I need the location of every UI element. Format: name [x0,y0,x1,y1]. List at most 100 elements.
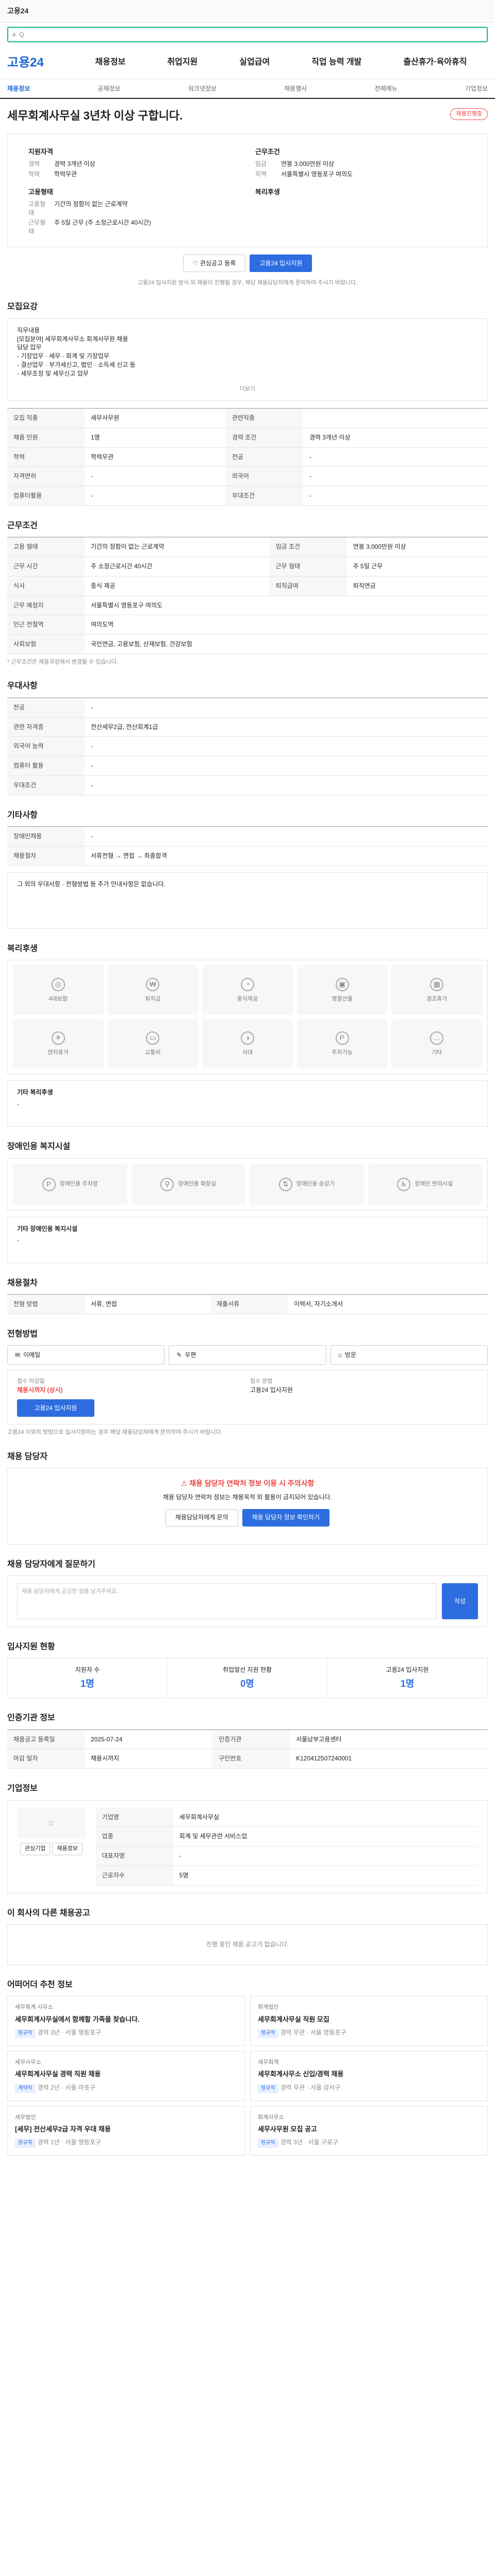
summary-left2-title: 고용형태 [28,188,53,196]
site-logo[interactable]: 고용24 [7,54,74,72]
manager-desc: 채용 담당자 연락처 정보는 채용목적 외 활용이 금지되어 있습니다. [162,1493,333,1501]
subnav-item-5[interactable]: 기업정보 [465,84,488,93]
card-tag: 계약직 [15,2083,36,2093]
table-value: - [173,1846,478,1867]
facility-tile: P 장애인용 주차장 [13,1163,127,1205]
company-fav-button[interactable]: 관심기업 [20,1842,51,1855]
tile-label: 퇴직금 [145,995,161,1002]
table-key: 대표자명 [95,1846,173,1867]
subnav-item-2[interactable]: 워크넷정보 [188,84,217,93]
qna-textarea[interactable]: 채용 담당자에게 궁금한 점을 남겨주세요. [17,1583,437,1619]
card-meta: 경력 3년 · 서울 영등포구 [37,2029,101,2037]
company-box: ◻ 관심기업 채용정보 기업명 세무회계사무실 업종 회계 및 세무관련 서비스업 … [7,1800,488,1893]
box-text: - [17,1236,19,1244]
stat-label: 지원자 수 [75,1666,100,1674]
box-title: 기타 장애인용 복지시설 [17,1225,78,1232]
manager-alert: ⚠ 채용 담당자 연락처 정보 이용 시 주의사항 채용 담당자 연락처 정보는… [7,1468,488,1545]
gnb-item-1[interactable]: 취업지원 [167,57,197,68]
table-value: 서울남부고용센터 [290,1730,488,1750]
gnb-item-3[interactable]: 직업 능력 개발 [311,57,361,68]
table-value: 채용시까지 [85,1749,213,1769]
stats-grid: 지원자 수 1명 취업알선 지원 현황 0명 고용24 입사지원 1명 [7,1658,488,1699]
deadline-label: 접수 마감일 [17,1378,45,1385]
job-card[interactable]: 회계사무소 세무사무원 모집 공고 정규직 경력 3년 · 서울 구로구 [250,2106,488,2156]
card-meta: 경력 무관 · 서울 강서구 [280,2083,341,2091]
table-value: 연봉 3,000만원 이상 [346,537,488,557]
tile-label: 식대 [242,1049,253,1056]
subnav-item-4[interactable]: 전체메뉴 [374,84,397,93]
table-value: - [85,698,488,718]
desc-line: 직무내용 [17,326,40,334]
table-key: 관련 자격증 [7,717,85,737]
company-logo-area: ◻ 관심기업 채용정보 [17,1807,86,1886]
table-key: 외국어 [225,466,303,487]
method-email: ✉ 이메일 [7,1345,165,1365]
manager-info-button[interactable]: 채용 담당자 정보 확인하기 [242,1509,330,1527]
summary-value: 서울특별시 영등포구 여의도 [281,170,353,178]
post-icon: ✎ [176,1351,182,1359]
welfare-tile: ▭ 교통비 [107,1019,199,1069]
table-key: 우대조건 [7,775,85,795]
gnb-item-4[interactable]: 출산휴가·육아휴직 [403,57,467,68]
job-card[interactable]: 회계법인 세무회계사무실 직원 모집 정규직 경력 무관 · 서울 영등포구 [250,1996,488,2046]
welfare-tile: … 기타 [391,1019,482,1069]
job-summary: 지원자격 경력 경력 3개년 이상 학력 학력무관 근무조건 임금 연봉 3,000만… [7,133,488,247]
tile-label: 기타 [432,1049,442,1056]
table-value: 1명 [85,428,226,448]
bus-icon: ▭ [146,1031,160,1045]
job-card[interactable]: 세무회계 사무소 세무회계사무실에서 함께할 가족을 찾습니다. 정규직 경력 3년 … [7,1996,245,2046]
subnav-item-0[interactable]: 채용정보 [7,84,30,93]
company-title: 기업정보 [7,1784,38,1793]
pref-table: 전공 - 관련 자격증 전산세무2급, 전산회계1급 외국어 능력 - 컴퓨터 활용 -… [7,697,488,795]
table-value: - [303,447,488,467]
search-placeholder: Q [19,30,24,38]
table-value [303,408,488,428]
manager-contact-button[interactable]: 채용담당자에게 문의 [165,1509,238,1527]
more-button[interactable]: 더보기 [17,385,478,393]
table-row: 근무 시간 주 소정근로시간 40시간 근무 형태 주 5일 근무 [7,556,488,577]
process-table: 전형 방법 서류, 면접 제출서류 이력서, 자기소개서 [7,1294,488,1314]
deadline-value: 채용시까지 (상시) [17,1386,63,1394]
method-post: ✎ 우편 [169,1345,326,1365]
gnb-item-2[interactable]: 실업급여 [239,57,270,68]
favorite-button[interactable]: ♡ 관심공고 등록 [183,254,246,272]
table-value: - [85,775,488,795]
tile-label: 경조휴가 [426,995,448,1002]
table-value: - [85,486,226,506]
table-value: - [85,736,488,757]
apply-button[interactable]: 고용24 입사지원 [250,254,312,272]
table-key: 외국어 능력 [7,736,85,757]
subnav-item-1[interactable]: 공채정보 [97,84,120,93]
recommend-title: 어떠어더 추천 정보 [7,1980,73,1990]
table-key: 근로자수 [95,1866,173,1886]
money-icon: ₩ [146,977,160,991]
subnav-item-3[interactable]: 채용행사 [284,84,307,93]
table-key: 제출서류 [210,1294,288,1314]
table-key: 전형 방법 [7,1294,85,1314]
search-input[interactable]: ⌕ Q [7,27,488,42]
apply-button-2[interactable]: 고용24 입사지원 [17,1399,94,1417]
table-key: 임금 조건 [269,537,347,557]
table-row: 컴퓨터활용 - 우대조건 - [7,486,488,506]
insurance-icon: ◎ [51,977,65,991]
job-card[interactable]: 세무사무소 세무회계사무실 경력 직원 채용 계약직 경력 2년 · 서울 마포구 [7,2051,245,2101]
cond-table: 고용 형태 기간의 정함이 없는 근로계약 임금 조건 연봉 3,000만원 이상 근… [7,537,488,655]
table-row: 전형 방법 서류, 면접 제출서류 이력서, 자기소개서 [7,1294,488,1314]
summary-value: 주 5일 근무 (주 소정근로시간 40시간) [54,219,152,227]
tile-label: 명절선물 [332,995,353,1002]
welfare-title: 복리후생 [7,944,38,953]
welfare-tile: ₩ 퇴직금 [107,965,199,1015]
gift-icon: ▣ [335,977,349,991]
stat-value: 1명 [80,1679,94,1689]
qna-submit-button[interactable]: 작성 [442,1583,478,1619]
table-row: 근무 예정지 서울특별시 영등포구 여의도 [7,596,488,616]
table-value: 주 5일 근무 [346,556,488,577]
company-jobs-button[interactable]: 채용정보 [52,1842,82,1855]
job-card[interactable]: 세무회계 세무회계사무소 신입/경력 채용 정규직 경력 무관 · 서울 강서구 [250,2051,488,2101]
job-card[interactable]: 세무법인 [세무] 전산세무2급 자격 우대 채용 정규직 경력 1년 · 서울 영등… [7,2106,245,2156]
cond-title: 근무조건 [7,521,38,530]
summary-right-title: 근무조건 [255,147,280,156]
gnb-item-0[interactable]: 채용정보 [95,57,126,68]
tile-label: 장애인용 승강기 [296,1180,335,1187]
table-key: 채용절차 [7,846,85,866]
